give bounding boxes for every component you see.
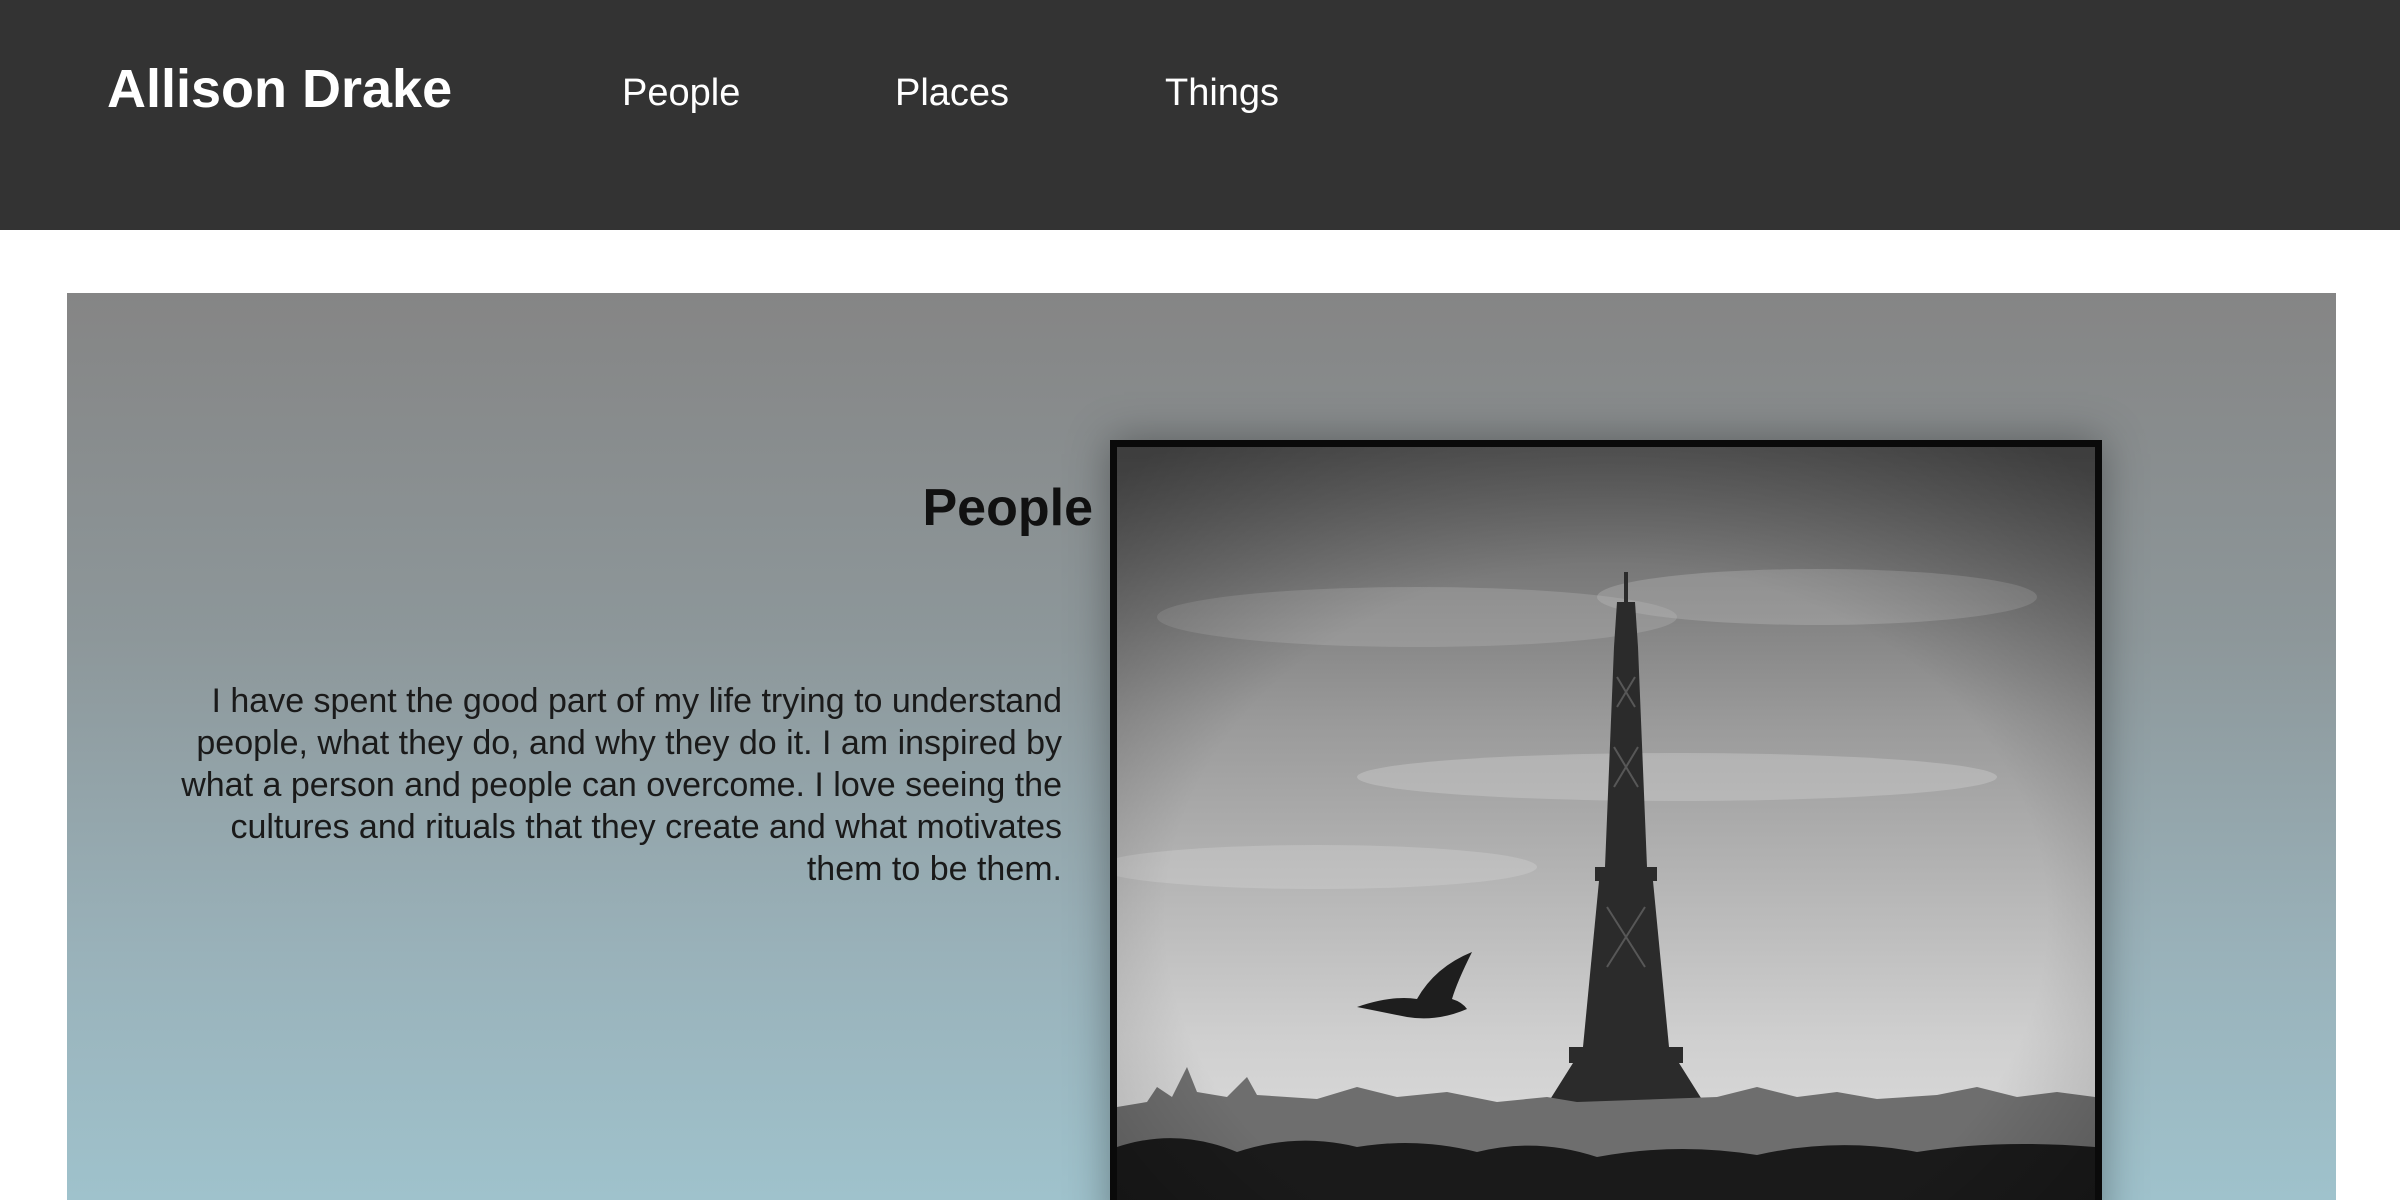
- nav-link-places[interactable]: Places: [895, 72, 1009, 115]
- nav-link-people[interactable]: People: [622, 72, 740, 115]
- top-navigation-bar: Allison Drake People Places Things: [0, 0, 2400, 230]
- section-description: I have spent the good part of my life tr…: [181, 682, 1062, 888]
- site-brand[interactable]: Allison Drake: [107, 58, 452, 120]
- section-title: People: [922, 479, 1094, 537]
- eiffel-tower-image: [1117, 447, 2095, 1200]
- eiffel-tower-photo: [1110, 440, 2102, 1200]
- nav-link-things[interactable]: Things: [1165, 72, 1279, 115]
